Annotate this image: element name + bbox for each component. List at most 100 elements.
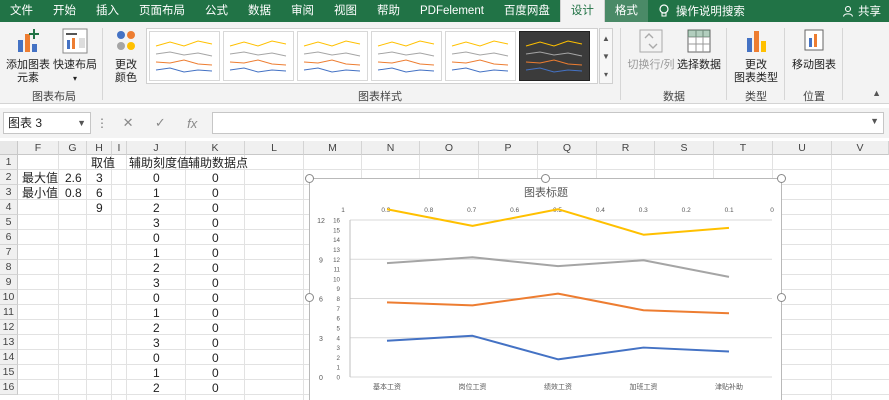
column-header-m[interactable]: M xyxy=(304,141,362,155)
vertical-dots-icon[interactable]: ⋮ xyxy=(96,116,108,130)
row-header-2[interactable]: 2 xyxy=(0,170,18,185)
cell-k3[interactable]: 0 xyxy=(212,186,219,201)
cell-g3[interactable]: 0.8 xyxy=(65,186,82,201)
tell-me-search[interactable]: 操作说明搜索 xyxy=(658,3,745,19)
cell-k16[interactable]: 0 xyxy=(212,381,219,396)
collapse-ribbon-icon[interactable]: ▲ xyxy=(872,88,881,98)
cell-k4[interactable]: 0 xyxy=(212,201,219,216)
column-header-i[interactable]: I xyxy=(112,141,127,155)
cell-j11[interactable]: 1 xyxy=(153,306,160,321)
resize-handle-right[interactable] xyxy=(777,293,786,302)
share-button[interactable]: 共享 xyxy=(842,3,889,19)
tab-chart-format[interactable]: 格式 xyxy=(604,0,648,22)
tab-home[interactable]: 开始 xyxy=(43,0,86,22)
cell-j16[interactable]: 2 xyxy=(153,381,160,396)
chart-style-1[interactable] xyxy=(149,31,220,81)
cell-k2[interactable]: 0 xyxy=(212,171,219,186)
cell-j5[interactable]: 3 xyxy=(153,216,160,231)
cell-j10[interactable]: 0 xyxy=(153,291,160,306)
cell-k11[interactable]: 0 xyxy=(212,306,219,321)
column-header-v[interactable]: V xyxy=(832,141,889,155)
cell-j3[interactable]: 1 xyxy=(153,186,160,201)
column-header-g[interactable]: G xyxy=(59,141,87,155)
row-header-10[interactable]: 10 xyxy=(0,290,18,305)
add-chart-element-button[interactable]: 添加图表 元素 xyxy=(6,26,50,85)
column-header-s[interactable]: S xyxy=(655,141,714,155)
move-chart-button[interactable]: 移动图表 xyxy=(790,26,838,72)
tab-formulas[interactable]: 公式 xyxy=(195,0,238,22)
scroll-down-icon[interactable]: ▼ xyxy=(602,52,610,61)
row-header-15[interactable]: 15 xyxy=(0,365,18,380)
column-header-h[interactable]: H xyxy=(87,141,112,155)
cell-f2[interactable]: 最大值 xyxy=(22,171,58,186)
select-data-button[interactable]: 选择数据 xyxy=(676,26,722,72)
cell-j7[interactable]: 1 xyxy=(153,246,160,261)
column-header-n[interactable]: N xyxy=(362,141,420,155)
enter-icon[interactable]: ✓ xyxy=(155,115,166,131)
column-header-t[interactable]: T xyxy=(714,141,773,155)
formula-input[interactable]: ▼ xyxy=(212,112,884,134)
cell-k15[interactable]: 0 xyxy=(212,366,219,381)
cell-k8[interactable]: 0 xyxy=(212,261,219,276)
cell-h4[interactable]: 9 xyxy=(96,201,103,216)
cell-k13[interactable]: 0 xyxy=(212,336,219,351)
chart-style-4[interactable] xyxy=(371,31,442,81)
gallery-scroll[interactable]: ▲ ▼ ▾ xyxy=(599,28,613,84)
cell-k10[interactable]: 0 xyxy=(212,291,219,306)
change-colors-button[interactable]: 更改 颜色 xyxy=(108,26,144,85)
row-header-13[interactable]: 13 xyxy=(0,335,18,350)
name-box[interactable]: 图表 3 ▼ xyxy=(3,112,91,134)
cell-g2[interactable]: 2.6 xyxy=(65,171,82,186)
chart-style-5[interactable] xyxy=(445,31,516,81)
row-header-14[interactable]: 14 xyxy=(0,350,18,365)
cancel-icon[interactable]: ✕ xyxy=(123,115,134,131)
chevron-down-icon[interactable]: ▼ xyxy=(77,113,86,133)
column-header-o[interactable]: O xyxy=(420,141,479,155)
cell-h1[interactable]: 取值 xyxy=(91,156,115,171)
column-header-j[interactable]: J xyxy=(127,141,186,155)
cell-h2[interactable]: 3 xyxy=(96,171,103,186)
row-header-5[interactable]: 5 xyxy=(0,215,18,230)
insert-function-icon[interactable]: fx xyxy=(187,116,197,131)
column-header-k[interactable]: K xyxy=(186,141,245,155)
chart-style-2[interactable] xyxy=(223,31,294,81)
chart-style-6[interactable] xyxy=(519,31,590,81)
cell-j6[interactable]: 0 xyxy=(153,231,160,246)
cell-k12[interactable]: 0 xyxy=(212,321,219,336)
tab-pdfelement[interactable]: PDFelement xyxy=(410,0,494,22)
chart-object[interactable]: 图表标题 0 3 6 9 12 0 1 2 3 4 5 6 7 8 9 10 11 12 13 14 15 16 1 0.9 0.… xyxy=(309,178,782,400)
cell-j13[interactable]: 3 xyxy=(153,336,160,351)
cell-k1[interactable]: 辅助数据点 xyxy=(188,156,248,171)
select-all-corner[interactable] xyxy=(0,141,18,155)
column-header-r[interactable]: R xyxy=(597,141,655,155)
column-header-p[interactable]: P xyxy=(479,141,538,155)
tab-review[interactable]: 审阅 xyxy=(281,0,324,22)
cell-h3[interactable]: 6 xyxy=(96,186,103,201)
cell-k5[interactable]: 0 xyxy=(212,216,219,231)
cell-k7[interactable]: 0 xyxy=(212,246,219,261)
tab-baidu-netdisk[interactable]: 百度网盘 xyxy=(494,0,560,22)
resize-handle-left[interactable] xyxy=(305,293,314,302)
row-header-1[interactable]: 1 xyxy=(0,155,18,170)
switch-row-column-button[interactable]: 切换行/列 xyxy=(626,26,676,72)
chart-styles-gallery[interactable] xyxy=(146,28,598,84)
row-header-12[interactable]: 12 xyxy=(0,320,18,335)
cell-f3[interactable]: 最小值 xyxy=(22,186,58,201)
tab-file[interactable]: 文件 xyxy=(0,0,43,22)
row-header-7[interactable]: 7 xyxy=(0,245,18,260)
tab-data[interactable]: 数据 xyxy=(238,0,281,22)
column-header-q[interactable]: Q xyxy=(538,141,597,155)
row-header-16[interactable]: 16 xyxy=(0,380,18,395)
row-header-3[interactable]: 3 xyxy=(0,185,18,200)
resize-handle-top-left[interactable] xyxy=(305,174,314,183)
resize-handle-top[interactable] xyxy=(541,174,550,183)
cell-j12[interactable]: 2 xyxy=(153,321,160,336)
cell-j2[interactable]: 0 xyxy=(153,171,160,186)
cell-j9[interactable]: 3 xyxy=(153,276,160,291)
column-header-u[interactable]: U xyxy=(773,141,832,155)
cell-j4[interactable]: 2 xyxy=(153,201,160,216)
cell-k9[interactable]: 0 xyxy=(212,276,219,291)
column-header-f[interactable]: F xyxy=(18,141,59,155)
expand-formula-icon[interactable]: ▼ xyxy=(870,116,879,126)
scroll-up-icon[interactable]: ▲ xyxy=(602,34,610,43)
